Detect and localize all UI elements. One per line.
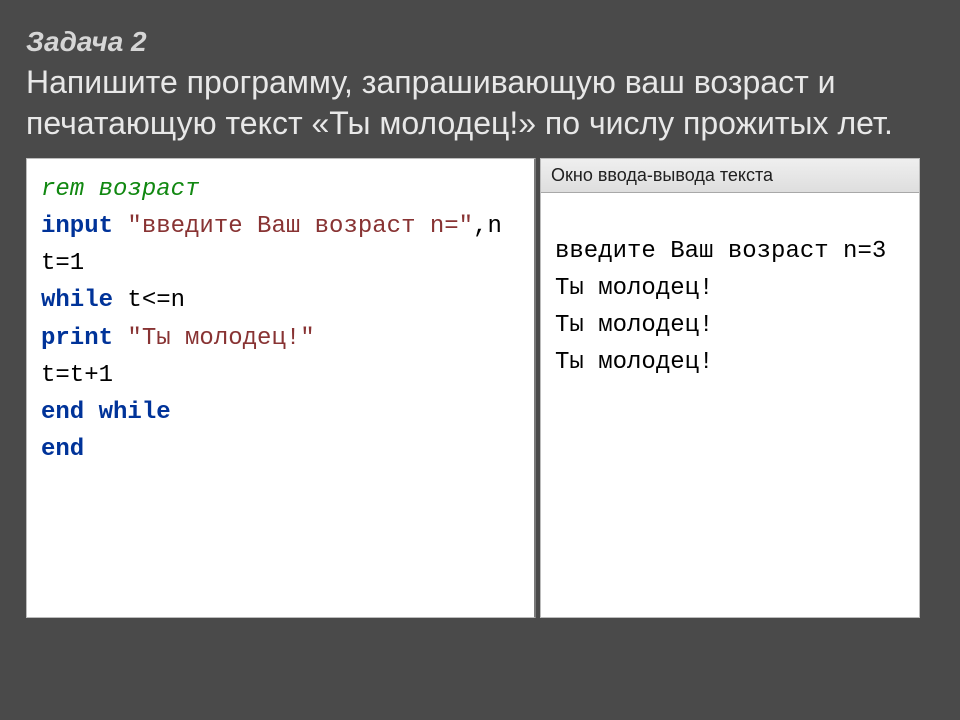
io-line-3: Ты молодец! [555,307,905,344]
keyword-while: while [41,287,113,314]
string-prompt: "введите Ваш возраст n=" [127,213,473,240]
code-tail: ,n [473,213,502,240]
io-body: введите Ваш возраст n=3 Ты молодец! Ты м… [541,193,919,617]
code-line-8: end [41,431,524,468]
string-molodec: "Ты молодец!" [127,325,314,352]
task-description: Напишите программу, запрашивающую ваш во… [26,62,934,144]
keyword-input: input [41,213,113,240]
panels: rem возраст input "введите Ваш возраст n… [26,158,934,618]
io-header: Окно ввода-вывода текста [541,159,919,193]
code-line-2: input "введите Ваш возраст n=",n [41,208,524,245]
keyword-endwhile: end while [41,399,171,426]
code-line-4: while t<=n [41,282,524,319]
keyword-end: end [41,436,84,463]
while-cond: t<=n [113,287,185,314]
io-line-1: введите Ваш возраст n=3 [555,233,905,270]
slide: Задача 2 Напишите программу, запрашивающ… [0,0,960,720]
io-line-4: Ты молодец! [555,344,905,381]
code-line-6: t=t+1 [41,357,524,394]
keyword-print: print [41,325,113,352]
code-comment: rem возраст [41,176,199,203]
code-line-5: print "Ты молодец!" [41,320,524,357]
code-pane: rem возраст input "введите Ваш возраст n… [26,158,536,618]
io-line-2: Ты молодец! [555,270,905,307]
code-line-3: t=1 [41,245,524,282]
task-title: Задача 2 [26,26,934,58]
code-line-7: end while [41,394,524,431]
code-line-1: rem возраст [41,171,524,208]
io-pane: Окно ввода-вывода текста введите Ваш воз… [540,158,920,618]
